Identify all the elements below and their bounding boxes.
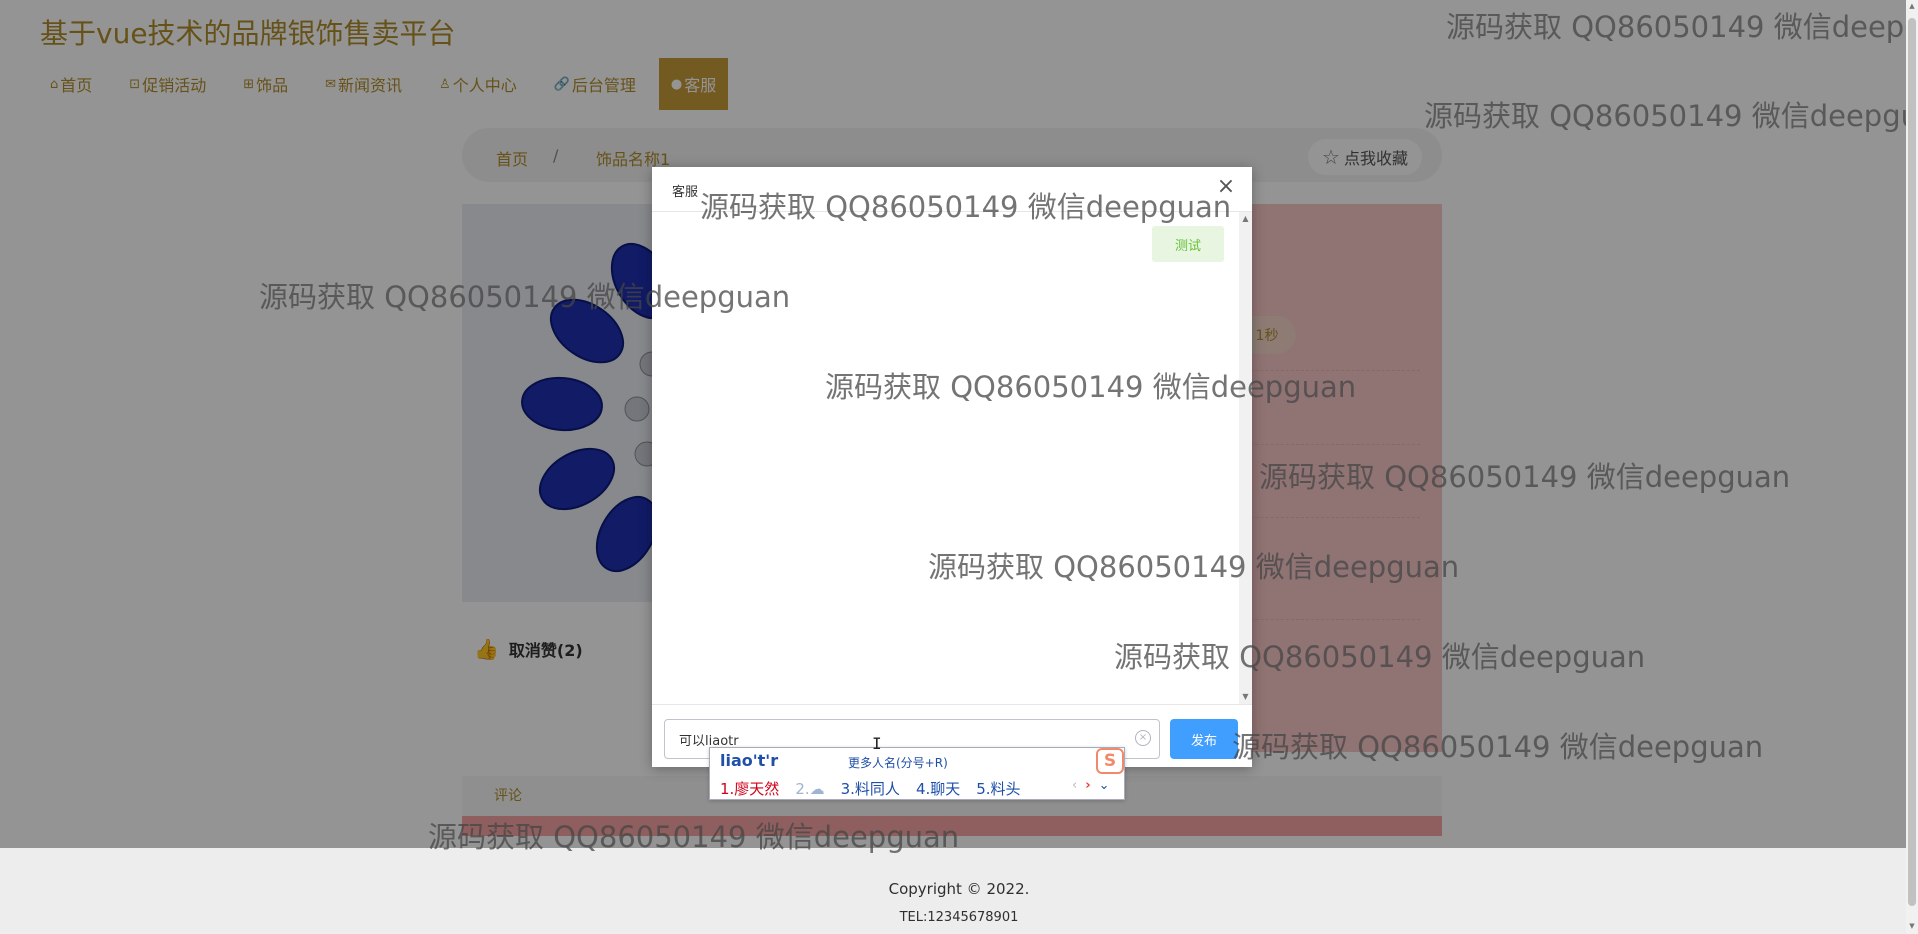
chat-message: 测试 [1152, 226, 1224, 262]
ime-logo-icon: S [1096, 748, 1124, 774]
ime-next-icon[interactable]: › [1085, 778, 1090, 793]
scroll-up-icon[interactable]: ▲ [1239, 214, 1252, 223]
ime-hint[interactable]: 更多人名(分号+R) [848, 754, 948, 771]
scroll-down-icon[interactable]: ▼ [1239, 692, 1252, 701]
scrollbar-thumb[interactable] [1908, 18, 1916, 906]
ime-composition: liao't'r [720, 751, 779, 770]
page-scrollbar[interactable]: ▲ ▼ [1906, 0, 1918, 934]
ime-prev-icon[interactable]: ‹ [1072, 778, 1077, 793]
send-button[interactable]: 发布 [1170, 719, 1238, 759]
ime-candidate[interactable]: 2.☁ [795, 780, 824, 798]
ime-expand-icon[interactable]: ⌄ [1099, 778, 1110, 793]
customer-service-dialog: 客服 × 测试 ▲ ▼ × 发布 [652, 167, 1252, 767]
ime-candidate[interactable]: 1.廖天然 [720, 778, 779, 799]
ime-candidates: 1.廖天然 2.☁ 3.料同人 4.聊天 5.料头 [720, 778, 1037, 799]
ime-candidate[interactable]: 3.料同人 [841, 778, 900, 799]
scroll-down-icon[interactable]: ▼ [1906, 922, 1918, 930]
ime-candidate-window: liao't'r 更多人名(分号+R) S 1.廖天然 2.☁ 3.料同人 4.… [709, 747, 1125, 800]
dialog-title: 客服 [672, 185, 699, 200]
clear-icon[interactable]: × [1135, 730, 1151, 746]
cloud-icon: ☁ [809, 779, 825, 798]
ime-candidate-label: 2. [795, 779, 810, 798]
ime-candidate[interactable]: 5.料头 [976, 778, 1020, 799]
scroll-up-icon[interactable]: ▲ [1906, 2, 1918, 10]
modal-overlay-footer [0, 848, 1906, 934]
chat-messages[interactable]: 测试 ▲ ▼ [652, 211, 1252, 705]
chat-scrollbar[interactable]: ▲ ▼ [1239, 212, 1252, 704]
ime-paging: ‹ › ⌄ [1072, 778, 1117, 793]
ime-candidate[interactable]: 4.聊天 [916, 778, 960, 799]
text-cursor-icon: I [872, 734, 882, 753]
close-icon[interactable]: × [1212, 173, 1240, 201]
